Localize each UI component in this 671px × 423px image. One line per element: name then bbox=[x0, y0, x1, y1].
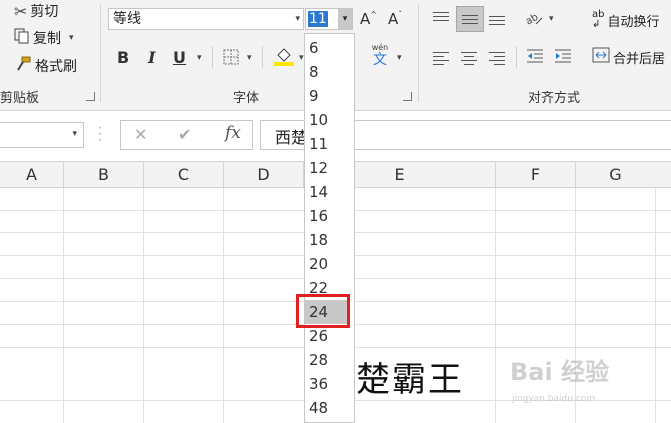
align-right-icon[interactable] bbox=[489, 50, 509, 66]
phonetic-top-label: wén bbox=[371, 43, 389, 52]
column-gridline bbox=[223, 188, 224, 423]
borders-icon[interactable] bbox=[223, 49, 239, 69]
font-size-option[interactable]: 14 bbox=[309, 180, 328, 204]
insert-function-icon[interactable]: fx bbox=[225, 123, 241, 143]
alignment-group-label: 对齐方式 bbox=[528, 91, 581, 106]
align-left-icon[interactable] bbox=[433, 50, 453, 66]
align-center-icon[interactable] bbox=[461, 50, 481, 66]
column-header-a[interactable]: A bbox=[0, 162, 64, 188]
copy-label: 复制 bbox=[33, 31, 61, 47]
font-size-option[interactable]: 8 bbox=[309, 60, 319, 84]
format-painter-button[interactable]: 格式刷 bbox=[14, 55, 77, 77]
clipboard-group-label: 剪贴板 bbox=[0, 91, 40, 106]
wrap-text-button[interactable]: ab ↲ 自动换行 bbox=[592, 9, 660, 31]
group-divider bbox=[418, 4, 419, 102]
font-size-option[interactable]: 10 bbox=[309, 108, 328, 132]
column-header-f[interactable]: F bbox=[496, 162, 576, 188]
font-size-option[interactable]: 36 bbox=[309, 372, 328, 396]
divider bbox=[212, 46, 213, 68]
caret-up-icon: ^ bbox=[370, 10, 377, 19]
align-middle-icon[interactable] bbox=[456, 6, 484, 32]
wrap-text-label: 自动换行 bbox=[607, 14, 660, 30]
font-size-option[interactable]: 12 bbox=[309, 156, 328, 180]
wrap-text-icon: ab ↲ bbox=[592, 9, 605, 30]
format-painter-label: 格式刷 bbox=[35, 59, 77, 75]
increase-font-button[interactable]: A^ bbox=[360, 10, 377, 28]
copy-button[interactable]: 复制 ▾ bbox=[14, 27, 74, 49]
font-size-option[interactable]: 9 bbox=[309, 84, 319, 108]
cancel-icon[interactable]: ✕ bbox=[134, 125, 147, 144]
column-gridline bbox=[143, 188, 144, 423]
font-size-option[interactable]: 20 bbox=[309, 252, 328, 276]
column-header-c[interactable]: C bbox=[144, 162, 224, 188]
formula-content: 西楚 bbox=[275, 128, 308, 147]
column-gridline bbox=[575, 188, 576, 423]
chevron-down-icon[interactable]: ▾ bbox=[295, 9, 300, 29]
align-bottom-icon[interactable] bbox=[488, 10, 508, 26]
column-header-d[interactable]: D bbox=[224, 162, 304, 188]
paintbrush-icon bbox=[14, 56, 32, 76]
italic-button[interactable]: I bbox=[148, 48, 155, 67]
divider bbox=[262, 46, 263, 68]
font-size-option[interactable]: 48 bbox=[309, 396, 328, 420]
underline-button[interactable]: U bbox=[173, 48, 186, 67]
font-size-option[interactable]: 11 bbox=[309, 132, 328, 156]
wrap-icon-text: ab bbox=[592, 9, 605, 20]
column-gridline bbox=[495, 188, 496, 423]
chevron-down-icon[interactable]: ▾ bbox=[338, 9, 352, 29]
baidu-watermark: Bai 经验 bbox=[510, 358, 610, 386]
clipboard-dialog-launcher[interactable] bbox=[86, 92, 95, 101]
baidu-watermark-url: jingyan.baidu.com bbox=[512, 394, 596, 404]
decrease-font-label: A bbox=[388, 10, 399, 28]
scissors-icon: ✂ bbox=[14, 1, 28, 21]
chevron-down-icon[interactable]: ▾ bbox=[72, 129, 77, 139]
chevron-down-icon[interactable]: ▾ bbox=[247, 53, 252, 63]
font-size-option[interactable]: 6 bbox=[309, 36, 319, 60]
caret-down-icon: ˇ bbox=[398, 10, 403, 19]
font-group-label: 字体 bbox=[233, 91, 260, 106]
cell-content[interactable]: 楚霸王 bbox=[356, 352, 464, 401]
chevron-down-icon[interactable]: ▾ bbox=[197, 53, 202, 63]
fill-color-icon[interactable] bbox=[273, 45, 295, 71]
chevron-down-icon[interactable]: ▾ bbox=[69, 33, 74, 43]
column-gridline bbox=[655, 188, 656, 423]
copy-icon bbox=[14, 28, 30, 48]
increase-font-label: A bbox=[360, 10, 371, 28]
name-box[interactable]: ▾ bbox=[0, 122, 84, 148]
font-name-value: 等线 bbox=[113, 11, 141, 27]
decrease-indent-icon[interactable] bbox=[526, 48, 544, 70]
highlight-annotation bbox=[296, 294, 350, 328]
font-size-option[interactable]: 28 bbox=[309, 348, 328, 372]
bold-button[interactable]: B bbox=[117, 48, 129, 67]
merge-center-button[interactable]: 合并后居 bbox=[592, 46, 665, 68]
divider bbox=[516, 46, 517, 68]
group-divider bbox=[100, 4, 101, 102]
chevron-down-icon[interactable]: ▾ bbox=[397, 53, 402, 63]
chevron-down-icon[interactable]: ▾ bbox=[299, 53, 304, 63]
orientation-icon[interactable]: ab bbox=[524, 8, 544, 32]
merge-icon bbox=[592, 47, 610, 67]
chevron-down-icon[interactable]: ▾ bbox=[549, 14, 554, 24]
decrease-font-button[interactable]: Aˇ bbox=[388, 10, 402, 28]
font-size-option[interactable]: 16 bbox=[309, 204, 328, 228]
increase-indent-icon[interactable] bbox=[554, 48, 572, 70]
font-size-value[interactable]: 11 bbox=[308, 11, 328, 27]
font-dialog-launcher[interactable] bbox=[403, 92, 412, 101]
column-gridline bbox=[63, 188, 64, 423]
phonetic-guide-button[interactable]: wén 文 bbox=[370, 43, 390, 68]
align-top-icon[interactable] bbox=[432, 10, 452, 26]
cut-label: 剪切 bbox=[30, 4, 59, 20]
cut-button[interactable]: ✂ 剪切 bbox=[14, 0, 58, 22]
font-name-combo[interactable]: 等线 ▾ bbox=[108, 8, 304, 30]
column-header-b[interactable]: B bbox=[64, 162, 144, 188]
phonetic-bottom-label: 文 bbox=[373, 52, 387, 68]
font-size-combo[interactable]: 11 ▾ bbox=[305, 8, 353, 30]
enter-icon[interactable]: ✔ bbox=[178, 125, 191, 144]
merge-label: 合并后居 bbox=[613, 51, 666, 67]
column-header-g[interactable]: G bbox=[576, 162, 671, 188]
more-options-icon[interactable]: · · · bbox=[98, 122, 102, 146]
font-size-option[interactable]: 18 bbox=[309, 228, 328, 252]
svg-text:ab: ab bbox=[524, 12, 540, 28]
